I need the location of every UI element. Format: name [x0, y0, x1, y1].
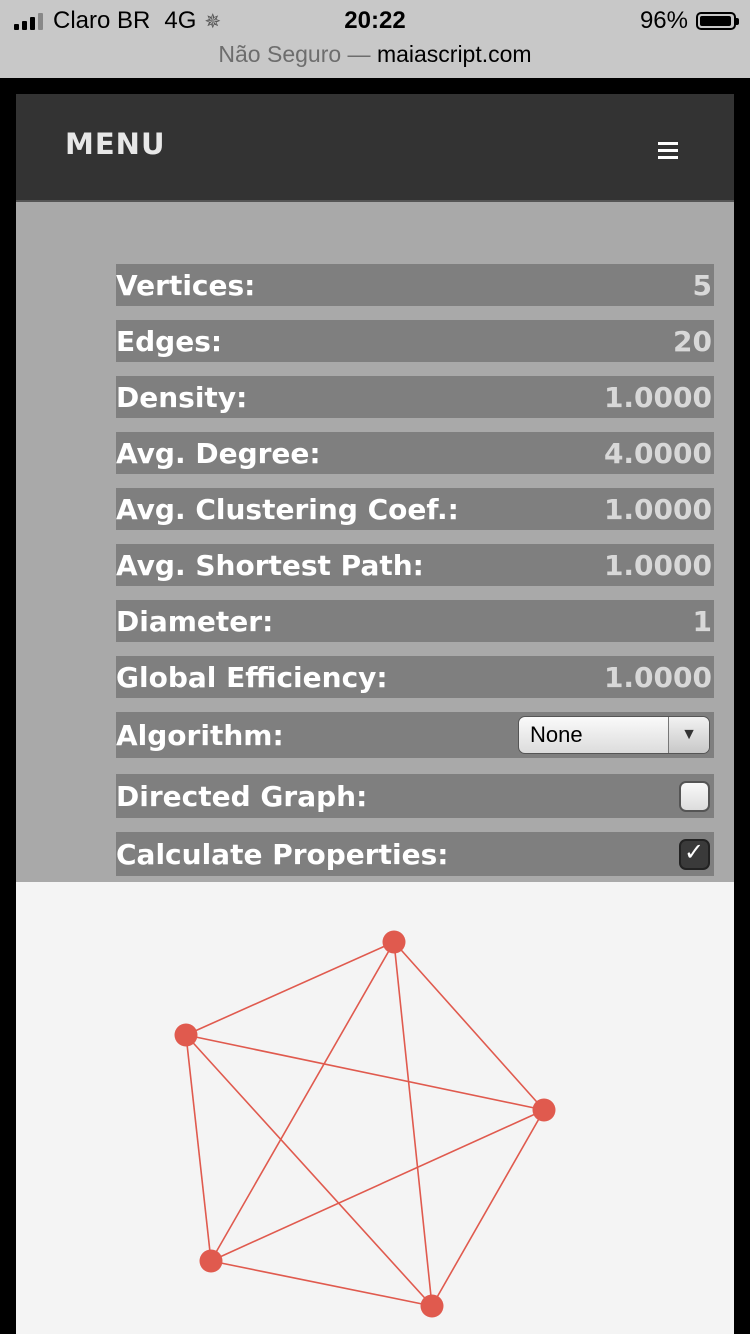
status-time: 20:22: [344, 7, 406, 34]
property-label: Avg. Shortest Path:: [116, 548, 424, 582]
graph-node[interactable]: [532, 1098, 556, 1122]
graph-edge: [210, 941, 395, 1262]
property-value: 20: [673, 324, 712, 358]
property-value: 1.0000: [603, 548, 712, 582]
property-label: Avg. Degree:: [116, 436, 321, 470]
property-row-edges: Edges: 20: [116, 320, 714, 362]
property-label: Vertices:: [116, 268, 256, 302]
security-warning: Não Seguro —: [218, 41, 371, 67]
property-row-diameter: Diameter: 1: [116, 600, 714, 642]
graph-edge: [185, 1034, 433, 1307]
algorithm-select[interactable]: None ▼: [518, 716, 710, 754]
property-label: Avg. Clustering Coef.:: [116, 492, 459, 526]
dropdown-arrow-icon: ▼: [668, 717, 709, 753]
directed-graph-label: Directed Graph:: [116, 779, 368, 813]
status-bar: Claro BR 4G ✵ 20:22 96% Não Seguro — mai…: [0, 0, 750, 78]
graph-edge: [431, 1109, 545, 1307]
property-row-vertices: Vertices: 5: [116, 264, 714, 306]
property-label: Global Efficiency:: [116, 660, 388, 694]
property-value: 1: [692, 604, 712, 638]
graph-edge: [185, 941, 395, 1036]
graph-canvas[interactable]: [16, 882, 734, 1334]
url-host: maiascript.com: [376, 41, 532, 67]
property-row-global-efficiency: Global Efficiency: 1.0000: [116, 656, 714, 698]
property-value: 1.0000: [603, 492, 712, 526]
graph-node[interactable]: [174, 1023, 198, 1047]
battery-icon: [696, 12, 739, 30]
url-bar[interactable]: Não Seguro — maiascript.com: [0, 38, 750, 70]
property-value: 4.0000: [603, 436, 712, 470]
property-row-avg-clustering: Avg. Clustering Coef.: 1.0000: [116, 488, 714, 530]
menu-title[interactable]: MENU: [65, 127, 166, 161]
property-value: 1.0000: [603, 380, 712, 414]
graph-edge: [210, 1260, 433, 1307]
graph-node[interactable]: [382, 930, 406, 954]
graph-drawing[interactable]: [16, 882, 734, 1334]
battery-percent: 96%: [639, 7, 688, 34]
property-value: 1.0000: [603, 660, 712, 694]
graph-node[interactable]: [199, 1249, 223, 1273]
graph-edge: [393, 941, 545, 1111]
graph-properties-panel: Vertices: 5 Edges: 20 Density: 1.0000 Av…: [16, 202, 734, 882]
graph-edge: [185, 1034, 212, 1262]
property-label: Density:: [116, 380, 248, 414]
algorithm-row: Algorithm: None ▼: [116, 712, 714, 758]
property-row-avg-shortest-path: Avg. Shortest Path: 1.0000: [116, 544, 714, 586]
graph-edge: [210, 1109, 545, 1262]
battery-level: [700, 16, 731, 26]
property-row-density: Density: 1.0000: [116, 376, 714, 418]
property-label: Diameter:: [116, 604, 274, 638]
hamburger-icon[interactable]: [658, 142, 678, 159]
property-label: Edges:: [116, 324, 223, 358]
calculate-properties-label: Calculate Properties:: [116, 837, 449, 871]
algorithm-selected-value: None: [530, 722, 583, 747]
status-right: 96%: [639, 6, 739, 36]
top-navbar: MENU: [16, 94, 734, 202]
algorithm-label: Algorithm:: [116, 718, 284, 752]
calculate-properties-checkbox[interactable]: [679, 838, 710, 870]
calculate-properties-row: Calculate Properties:: [116, 832, 714, 876]
property-row-avg-degree: Avg. Degree: 4.0000: [116, 432, 714, 474]
directed-graph-checkbox[interactable]: [679, 780, 710, 812]
directed-graph-row: Directed Graph:: [116, 774, 714, 818]
graph-node[interactable]: [420, 1294, 444, 1318]
property-value: 5: [692, 268, 712, 302]
graph-edge: [393, 941, 433, 1307]
graph-edge: [185, 1034, 545, 1111]
